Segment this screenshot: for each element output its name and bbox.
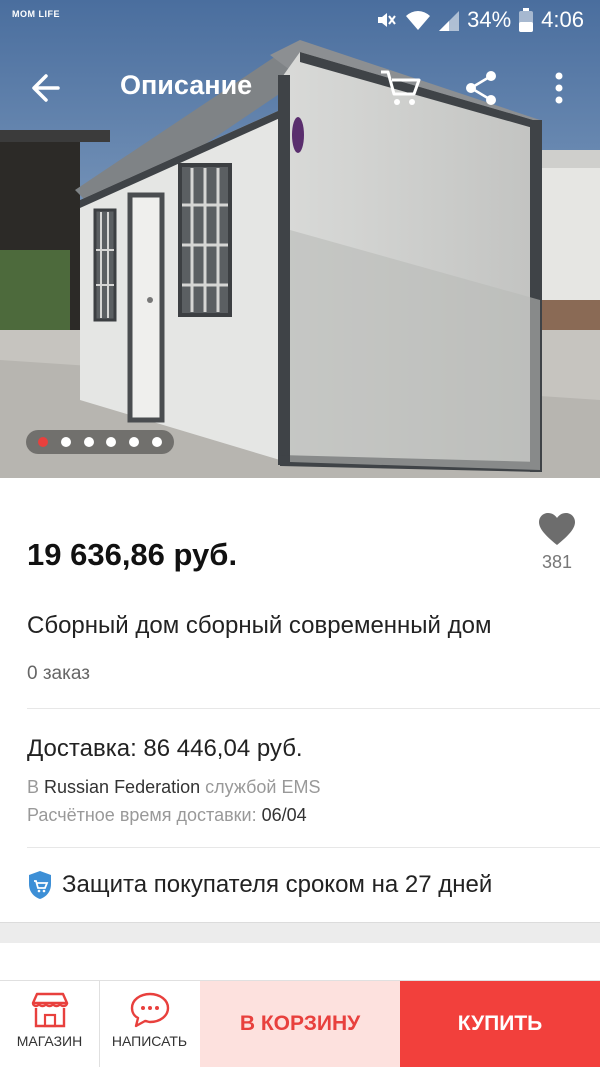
brand-label: MOM LIFE bbox=[12, 9, 60, 19]
gallery-dot[interactable] bbox=[38, 437, 49, 447]
page-title: Описание bbox=[120, 70, 253, 100]
gallery-pagination bbox=[26, 430, 174, 454]
store-button[interactable]: МАГАЗИН bbox=[0, 981, 100, 1067]
wishlist-button[interactable]: 381 bbox=[532, 512, 582, 590]
gallery-dot[interactable] bbox=[128, 437, 139, 447]
wifi-icon bbox=[406, 11, 431, 30]
share-button[interactable] bbox=[462, 68, 500, 108]
add-to-cart-button[interactable]: В КОРЗИНУ bbox=[200, 981, 400, 1067]
shipping-prefix: В bbox=[27, 777, 40, 797]
shipping-service: службой EMS bbox=[205, 777, 321, 797]
gallery-dot[interactable] bbox=[106, 437, 117, 447]
message-label: НАПИСАТЬ bbox=[111, 1033, 188, 1049]
wishlist-count: 381 bbox=[541, 552, 573, 572]
status-bar: MOM LIFE 34% 4:06 bbox=[0, 0, 600, 40]
cart-icon bbox=[381, 70, 421, 105]
signal-icon bbox=[439, 11, 460, 31]
more-menu-button[interactable] bbox=[548, 68, 570, 108]
store-icon bbox=[31, 992, 68, 1028]
orders-count: 0 заказ bbox=[27, 663, 90, 684]
gallery-dot[interactable] bbox=[83, 437, 94, 447]
back-button[interactable] bbox=[28, 70, 68, 106]
heart-icon bbox=[539, 513, 575, 545]
buy-now-button[interactable]: КУПИТЬ bbox=[400, 981, 600, 1067]
product-title: Сборный дом сборный современный дом bbox=[27, 612, 492, 639]
cart-button[interactable] bbox=[378, 66, 424, 110]
section-separator bbox=[0, 922, 600, 943]
arrow-left-icon bbox=[32, 74, 60, 102]
buyer-protection-text: Защита покупателя сроком на 27 дней bbox=[62, 871, 493, 898]
gallery-dot[interactable] bbox=[60, 437, 71, 447]
chat-icon bbox=[130, 992, 169, 1028]
delivery-estimate-value: 06/04 bbox=[261, 805, 307, 825]
shipping-cost[interactable]: Доставка: 86 446,04 руб. bbox=[27, 735, 303, 763]
app-brand-logo: MOM LIFE bbox=[12, 9, 60, 19]
message-seller-button[interactable]: НАПИСАТЬ bbox=[100, 981, 199, 1067]
shield-cart-icon bbox=[29, 871, 51, 899]
product-image-gallery[interactable]: MOM LIFE 34% 4:06 Описание bbox=[0, 0, 600, 478]
battery-percent: 34% bbox=[467, 7, 512, 32]
mute-icon bbox=[378, 13, 396, 27]
divider bbox=[27, 708, 600, 709]
bottom-action-bar: МАГАЗИН НАПИСАТЬ В КОРЗИНУ КУПИТЬ bbox=[0, 980, 600, 1067]
divider bbox=[27, 847, 600, 848]
buyer-protection[interactable]: Защита покупателя сроком на 27 дней bbox=[27, 870, 492, 900]
delivery-estimate: Расчётное время доставки: 06/04 bbox=[27, 805, 307, 826]
gallery-dot[interactable] bbox=[151, 437, 162, 447]
app-bar: Описание bbox=[0, 58, 600, 118]
delivery-estimate-label: Расчётное время доставки: bbox=[27, 805, 257, 825]
product-price: 19 636,86 руб. bbox=[27, 537, 238, 572]
share-icon bbox=[466, 71, 496, 105]
battery-icon bbox=[519, 8, 534, 32]
clock: 4:06 bbox=[541, 7, 584, 32]
more-vertical-icon bbox=[555, 72, 563, 104]
store-label: МАГАЗИН bbox=[16, 1033, 83, 1049]
shipping-destination: В Russian Federation службой EMS bbox=[27, 777, 320, 798]
shipping-country: Russian Federation bbox=[44, 777, 201, 797]
